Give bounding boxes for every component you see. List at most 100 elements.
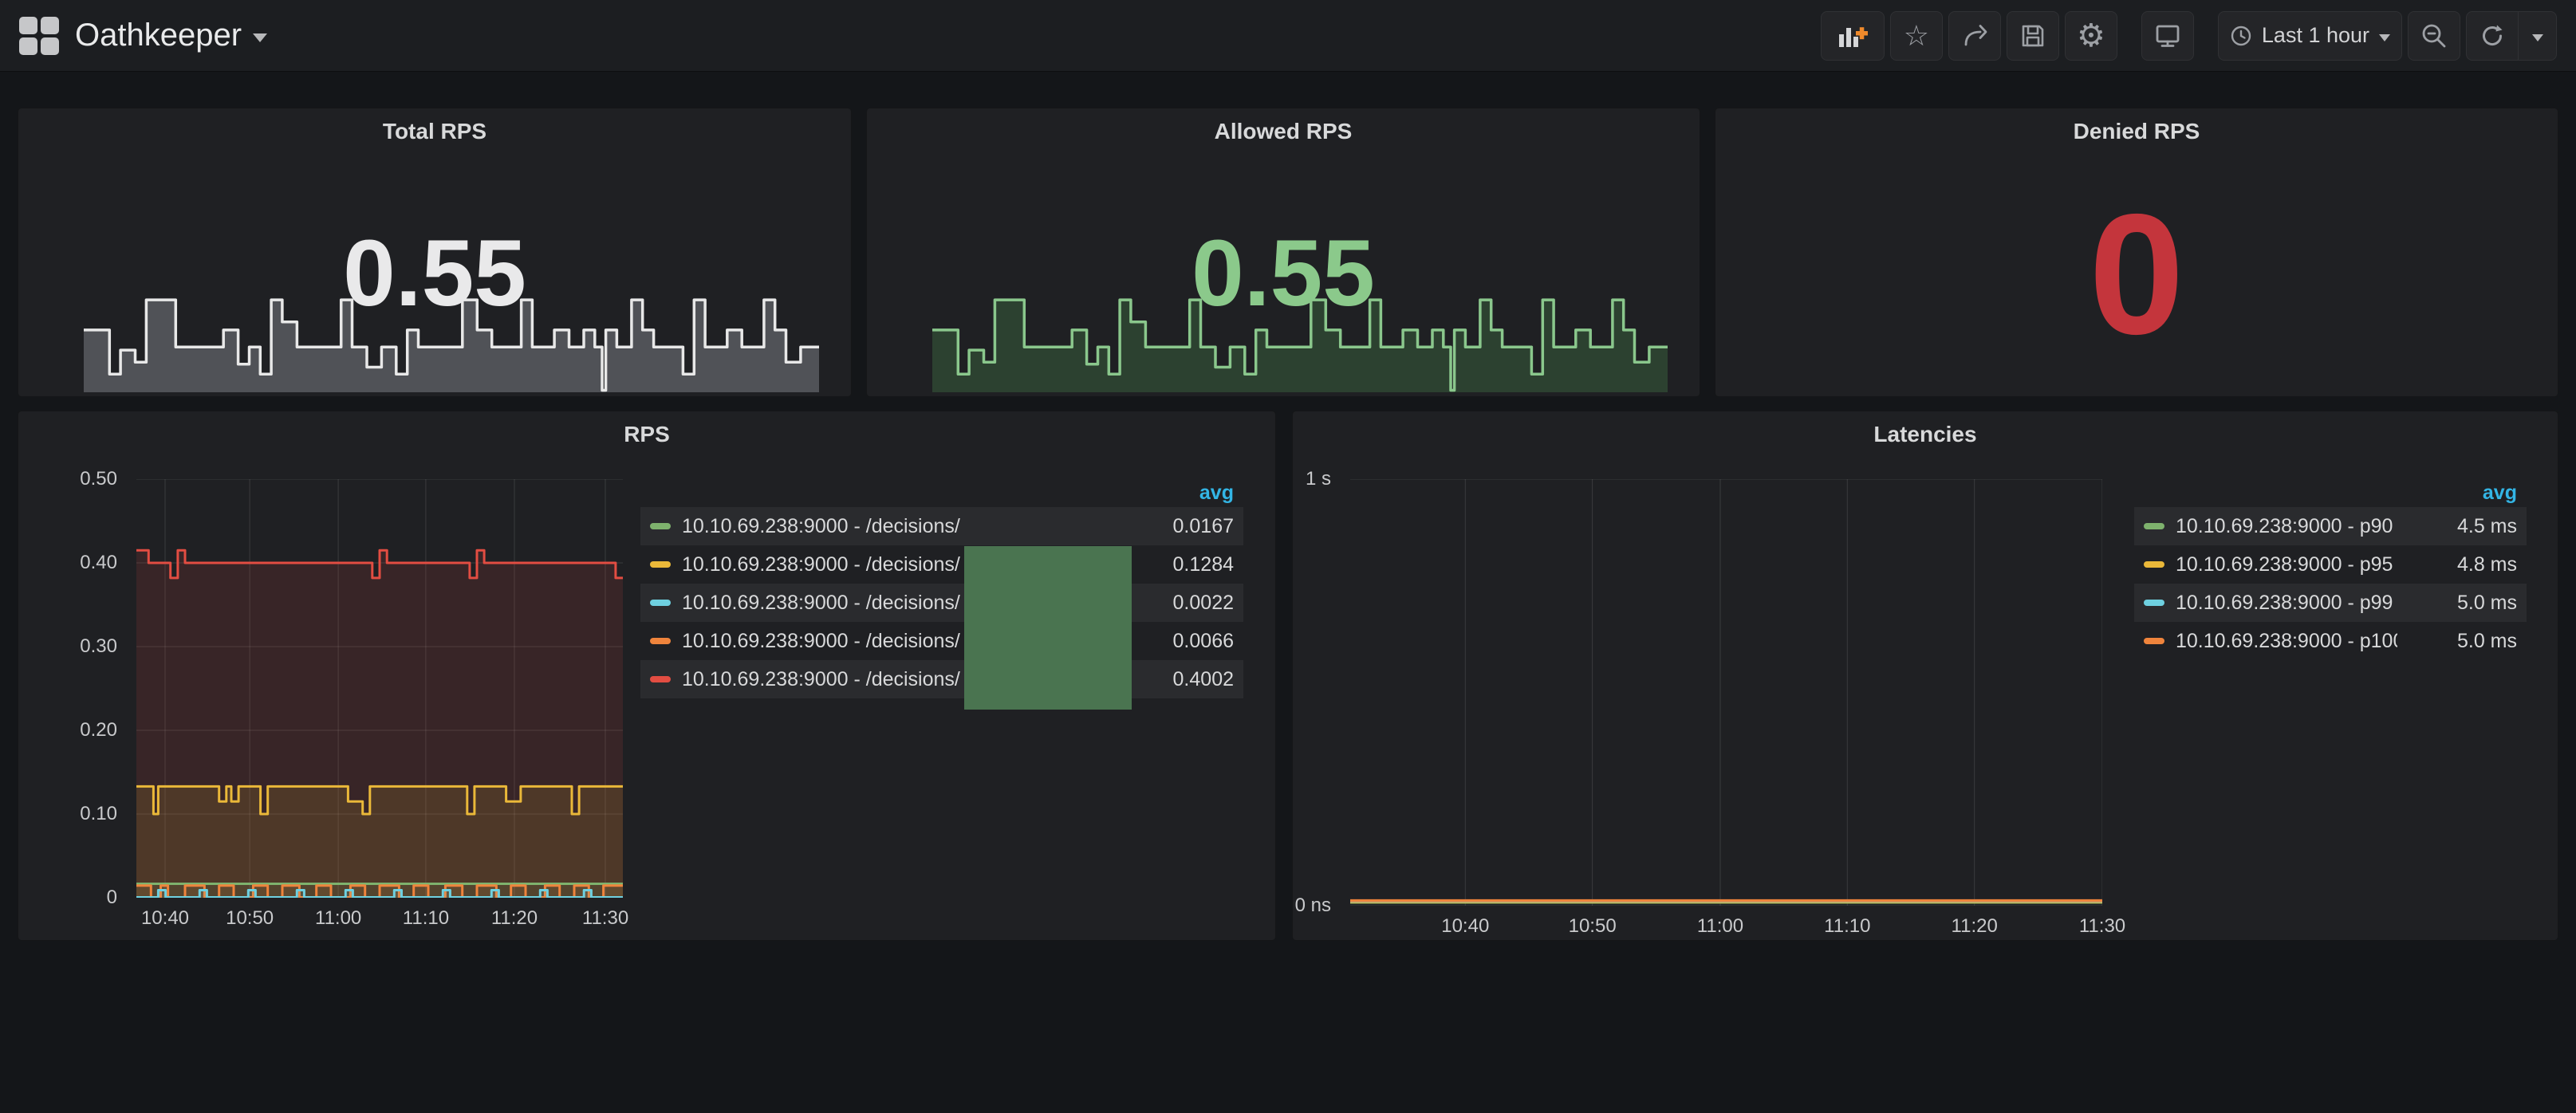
- zoom-out-button[interactable]: [2408, 11, 2460, 61]
- star-button[interactable]: ☆: [1890, 11, 1943, 61]
- legend-avg-header[interactable]: avg: [2134, 478, 2527, 507]
- share-button[interactable]: [1948, 11, 2001, 61]
- panel-allowed-rps: Allowed RPS 0.55: [866, 108, 1700, 397]
- x-axis-tick-label: 11:20: [1952, 915, 1998, 938]
- x-axis-tick-label: 10:40: [1441, 915, 1489, 938]
- series-color-swatch: [650, 523, 671, 529]
- y-axis-tick-label: 0.10: [80, 803, 117, 825]
- legend-row[interactable]: 10.10.69.238:9000 - p99 5.0 ms: [2134, 584, 2527, 622]
- x-axis-tick-label: 10:40: [141, 907, 189, 930]
- series-name[interactable]: 10.10.69.238:9000 - p100: [2176, 630, 2397, 653]
- latencies-plot-area[interactable]: [1350, 479, 2102, 906]
- series-name[interactable]: 10.10.69.238:9000 - p90: [2176, 515, 2397, 538]
- panel-rps-graph: RPS 0.500.400.300.200.100 10:4010:5011:0…: [18, 411, 1276, 941]
- x-axis-tick-label: 11:10: [403, 907, 449, 930]
- panel-title-latencies[interactable]: Latencies: [1293, 422, 2558, 447]
- series-color-swatch: [2144, 561, 2164, 568]
- x-axis-tick-label: 11:00: [1697, 915, 1743, 938]
- refresh-button[interactable]: [2467, 12, 2518, 60]
- x-axis-tick-label: 11:10: [1824, 915, 1870, 938]
- add-panel-button[interactable]: [1821, 11, 1885, 61]
- y-axis-tick-label: 0 ns: [1295, 895, 1331, 917]
- dashboard-title-dropdown[interactable]: Oathkeeper: [75, 18, 267, 53]
- page-title: Oathkeeper: [75, 18, 242, 53]
- x-axis-tick-label: 11:00: [315, 907, 361, 930]
- series-avg-value: 0.0066: [1114, 630, 1234, 653]
- dashboards-grid-icon[interactable]: [19, 17, 59, 55]
- series-color-swatch: [650, 600, 671, 606]
- y-axis-tick-label: 0.20: [80, 719, 117, 741]
- x-axis-tick-label: 11:20: [491, 907, 538, 930]
- series-avg-value: 4.5 ms: [2397, 515, 2517, 538]
- rps-legend: avg 10.10.69.238:9000 - /decisions/ 0.01…: [640, 478, 1243, 698]
- rps-plot-area[interactable]: [136, 479, 623, 898]
- zoom-out-icon: [2420, 22, 2448, 49]
- series-avg-value: 5.0 ms: [2397, 630, 2517, 653]
- grafana-dashboard: Oathkeeper ☆: [0, 0, 2576, 1113]
- legend-row[interactable]: 10.10.69.238:9000 - /decisions/ 0.0022: [640, 584, 1243, 622]
- panel-title-rps[interactable]: RPS: [18, 422, 1275, 447]
- series-color-swatch: [650, 638, 671, 644]
- refresh-button-group: [2466, 11, 2557, 61]
- navbar-right: ☆ ⚙: [1815, 11, 2557, 61]
- panel-title-total-rps[interactable]: Total RPS: [18, 119, 851, 144]
- refresh-interval-dropdown[interactable]: [2518, 12, 2556, 60]
- y-axis-tick-label: 0.40: [80, 552, 117, 574]
- legend-row[interactable]: 10.10.69.238:9000 - p95 4.8 ms: [2134, 545, 2527, 584]
- series-name[interactable]: 10.10.69.238:9000 - p95: [2176, 553, 2397, 576]
- series-avg-value: 0.4002: [1114, 668, 1234, 691]
- time-range-label: Last 1 hour: [2262, 23, 2369, 48]
- navbar-left: Oathkeeper: [19, 17, 267, 55]
- latencies-x-axis: 10:4010:5011:0011:1011:2011:30: [1350, 915, 2102, 939]
- series-color-swatch: [2144, 523, 2164, 529]
- rps-y-axis: 0.500.400.300.200.100: [18, 479, 127, 898]
- series-avg-value: 5.0 ms: [2397, 592, 2517, 615]
- panel-title-allowed-rps[interactable]: Allowed RPS: [867, 119, 1700, 144]
- time-picker-button[interactable]: Last 1 hour: [2218, 11, 2402, 61]
- rps-x-axis: 10:4010:5011:0011:1011:2011:30: [136, 907, 623, 931]
- y-axis-tick-label: 0.30: [80, 635, 117, 658]
- add-panel-icon: [1837, 22, 1869, 49]
- refresh-icon: [2479, 23, 2505, 49]
- save-button[interactable]: [2007, 11, 2059, 61]
- series-name[interactable]: 10.10.69.238:9000 - /decisions/: [682, 515, 1114, 538]
- save-icon: [2019, 22, 2046, 49]
- redaction-overlay: [964, 546, 1132, 710]
- series-color-swatch: [2144, 600, 2164, 606]
- gear-icon: ⚙: [2077, 20, 2105, 52]
- monitor-icon: [2154, 22, 2181, 49]
- legend-row[interactable]: 10.10.69.238:9000 - /decisions/ 0.0066: [640, 622, 1243, 660]
- legend-row[interactable]: 10.10.69.238:9000 - p100 5.0 ms: [2134, 622, 2527, 660]
- legend-row[interactable]: 10.10.69.238:9000 - /decisions/ 0.4002: [640, 660, 1243, 698]
- y-axis-tick-label: 1 s: [1306, 468, 1331, 490]
- chevron-down-icon: [2532, 34, 2543, 41]
- series-avg-value: 0.1284: [1114, 553, 1234, 576]
- chevron-down-icon: [2379, 34, 2390, 41]
- stat-value-total-rps: 0.55: [18, 226, 851, 321]
- navbar: Oathkeeper ☆: [0, 0, 2576, 72]
- stat-value-allowed-rps: 0.55: [867, 226, 1700, 321]
- series-color-swatch: [650, 676, 671, 682]
- chevron-down-icon: [253, 33, 267, 42]
- x-axis-tick-label: 11:30: [2079, 915, 2125, 938]
- series-avg-value: 0.0022: [1114, 592, 1234, 615]
- star-icon: ☆: [1904, 22, 1929, 50]
- x-axis-tick-label: 10:50: [1569, 915, 1617, 938]
- legend-row[interactable]: 10.10.69.238:9000 - p90 4.5 ms: [2134, 507, 2527, 545]
- legend-row[interactable]: 10.10.69.238:9000 - /decisions/ 0.0167: [640, 507, 1243, 545]
- legend-avg-header[interactable]: avg: [640, 478, 1243, 507]
- series-color-swatch: [650, 561, 671, 568]
- series-name[interactable]: 10.10.69.238:9000 - p99: [2176, 592, 2397, 615]
- cycle-view-button[interactable]: [2141, 11, 2194, 61]
- settings-button[interactable]: ⚙: [2065, 11, 2117, 61]
- y-axis-tick-label: 0: [107, 887, 117, 909]
- latencies-y-axis: 1 s0 ns: [1293, 479, 1341, 906]
- y-axis-tick-label: 0.50: [80, 468, 117, 490]
- panel-denied-rps: Denied RPS 0: [1715, 108, 2558, 397]
- legend-row[interactable]: 10.10.69.238:9000 - /decisions/ 0.1284: [640, 545, 1243, 584]
- panel-latencies-graph: Latencies 1 s0 ns 10:4010:5011:0011:1011…: [1292, 411, 2558, 941]
- series-avg-value: 4.8 ms: [2397, 553, 2517, 576]
- latencies-legend: avg 10.10.69.238:9000 - p90 4.5 ms 10.10…: [2134, 478, 2527, 660]
- share-icon: [1961, 22, 1988, 49]
- panel-title-denied-rps[interactable]: Denied RPS: [1715, 119, 2558, 144]
